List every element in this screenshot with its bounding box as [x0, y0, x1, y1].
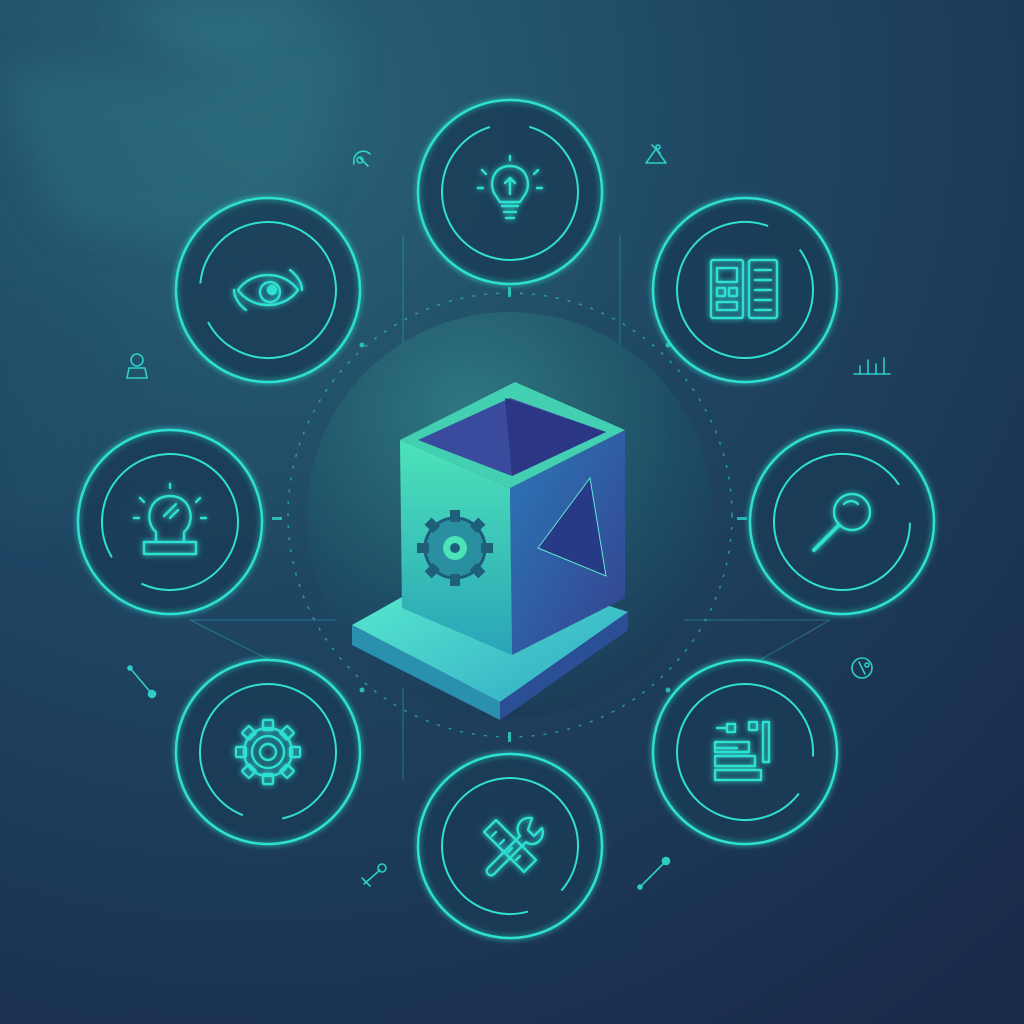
- ring-node-outer: [651, 196, 839, 384]
- ring-node: [748, 428, 936, 616]
- ring-node: [416, 752, 604, 940]
- ring-node: [651, 658, 839, 846]
- central-hub: [307, 312, 713, 720]
- ring-node: [174, 196, 362, 384]
- ring-node-outer: [76, 428, 264, 616]
- infographic-canvas: [0, 0, 1024, 1024]
- ring-node-outer: [748, 428, 936, 616]
- ring-node: [174, 658, 362, 846]
- ring-node-outer: [174, 658, 362, 846]
- ring-node: [416, 98, 604, 286]
